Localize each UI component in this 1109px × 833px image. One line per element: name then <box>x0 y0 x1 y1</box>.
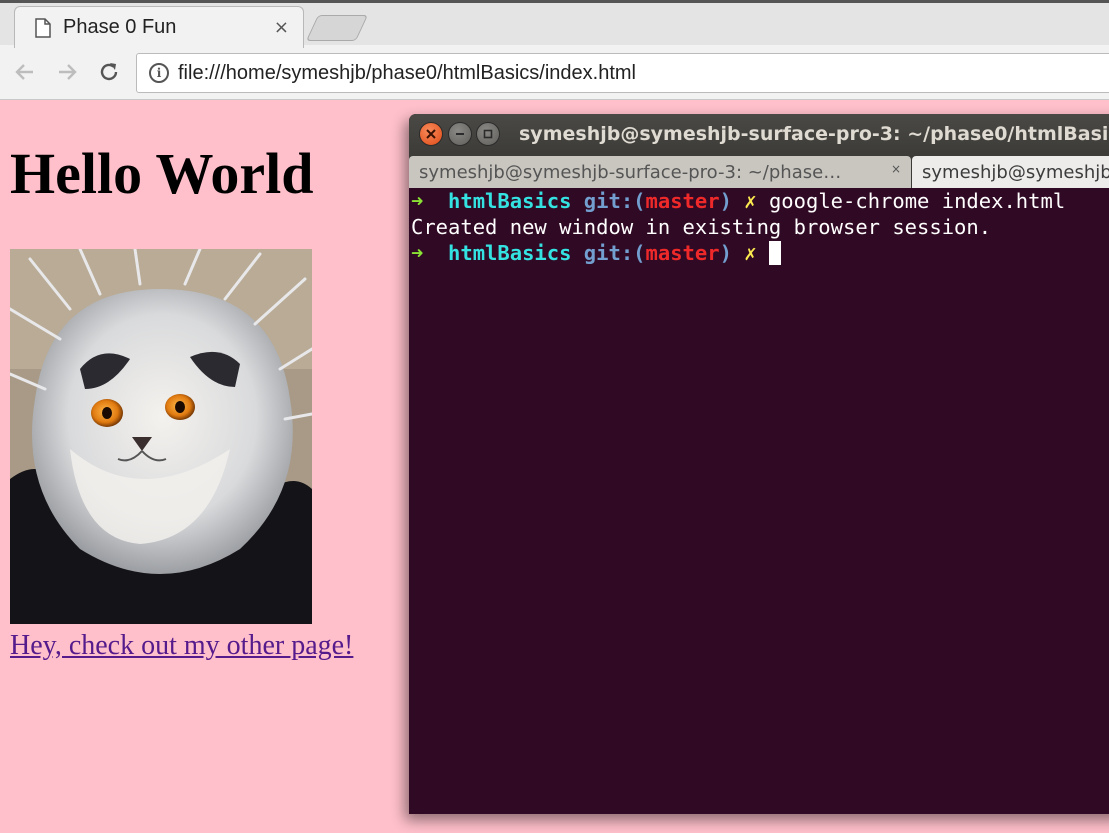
terminal-tab-close-icon[interactable]: × <box>891 162 901 176</box>
info-icon[interactable]: i <box>149 63 169 83</box>
arrow-right-icon <box>59 64 77 80</box>
other-page-link[interactable]: Hey, check out my other page! <box>10 630 353 662</box>
cat-photo <box>10 249 312 624</box>
tab-strip: Phase 0 Fun × <box>0 0 1109 48</box>
minimize-icon <box>456 133 464 135</box>
terminal-line: ➜ htmlBasics git:(master) ✗ google-chrom… <box>411 189 1066 213</box>
terminal-line: Created new window in existing browser s… <box>411 215 992 239</box>
reload-icon <box>100 63 118 81</box>
forward-button[interactable] <box>52 57 82 87</box>
reload-button[interactable] <box>94 57 124 87</box>
arrow-left-icon <box>15 64 33 80</box>
window-close-button[interactable] <box>419 122 443 146</box>
address-bar[interactable]: i file:///home/symeshjb/phase0/htmlBasic… <box>136 53 1109 93</box>
browser-toolbar: i file:///home/symeshjb/phase0/htmlBasic… <box>0 45 1109 100</box>
browser-chrome: Phase 0 Fun × i file:///home/symeshjb/ph… <box>0 0 1109 100</box>
terminal-tab-label: symeshjb@symeshjb-surface-pro-3: ~/phase… <box>419 161 842 183</box>
back-button[interactable] <box>10 57 40 87</box>
terminal-title: symeshjb@symeshjb-surface-pro-3: ~/phase… <box>519 123 1109 145</box>
maximize-icon <box>483 129 493 139</box>
terminal-window[interactable]: symeshjb@symeshjb-surface-pro-3: ~/phase… <box>409 114 1109 814</box>
terminal-tab-2[interactable]: symeshjb@symeshjb-surface-pro-3: ~/phase… <box>912 156 1109 188</box>
window-minimize-button[interactable] <box>448 122 472 146</box>
page-heading: Hello World <box>10 141 314 206</box>
url-text: file:///home/symeshjb/phase0/htmlBasics/… <box>178 61 636 84</box>
window-maximize-button[interactable] <box>476 122 500 146</box>
terminal-tab-bar: symeshjb@symeshjb-surface-pro-3: ~/phase… <box>409 156 1109 188</box>
page-icon <box>35 17 51 38</box>
close-icon <box>426 129 436 139</box>
tab-title: Phase 0 Fun <box>63 16 177 38</box>
terminal-tab-label: symeshjb@symeshjb-surface-pro-3: ~/phase… <box>922 161 1109 183</box>
terminal-output[interactable]: ➜ htmlBasics git:(master) ✗ google-chrom… <box>409 188 1109 266</box>
terminal-line: ➜ htmlBasics git:(master) ✗ <box>411 240 1109 266</box>
terminal-titlebar[interactable]: symeshjb@symeshjb-surface-pro-3: ~/phase… <box>409 114 1109 156</box>
terminal-cursor <box>768 241 781 265</box>
new-tab-button[interactable] <box>305 15 369 41</box>
terminal-tab-1[interactable]: symeshjb@symeshjb-surface-pro-3: ~/phase… <box>409 156 911 188</box>
tab-close-icon[interactable]: × <box>274 17 289 38</box>
browser-tab[interactable]: Phase 0 Fun × <box>14 6 304 48</box>
